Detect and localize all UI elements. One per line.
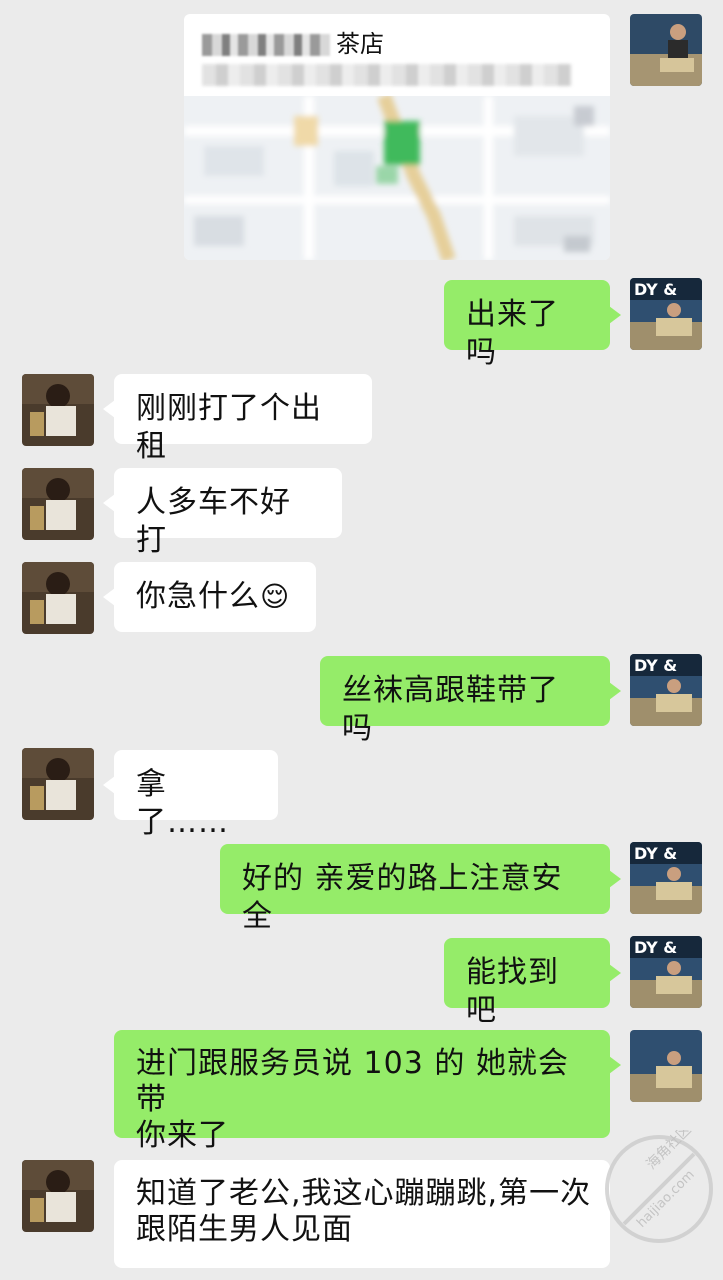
watermark-url: haijiao.com (634, 1167, 697, 1230)
watermark-logo: 海角社区 haijiao.com (600, 1130, 718, 1248)
avatar-receiver-1[interactable] (22, 374, 94, 446)
blurred-text (202, 34, 330, 56)
message-text-line: 进门跟服务员说 103 的 她就会带 (136, 1046, 569, 1117)
map-image (184, 96, 610, 260)
message-text: 拿了…… (136, 767, 229, 840)
avatar-sender-2[interactable]: DY & (630, 278, 702, 350)
message-text: 丝袜高跟鞋带了吗 (342, 673, 559, 746)
receiver-avatar-image (22, 374, 94, 446)
message-text: 人多车不好打 (136, 485, 291, 558)
message-text: 你急什么 (136, 579, 260, 614)
avatar-brand-text: DY & (634, 656, 677, 675)
location-title: 茶店 (202, 24, 384, 59)
message-bubble-received[interactable]: 人多车不好打 (103, 468, 342, 558)
location-map[interactable] (184, 96, 610, 260)
watermark-brand: 海角社区 (644, 1130, 695, 1173)
message-bubble-received[interactable]: 知道了老公,我这心蹦蹦跳,第一次 跟陌生男人见面 (114, 1160, 610, 1268)
receiver-avatar-image (22, 562, 94, 634)
message-text: 刚刚打了个出租 (136, 391, 322, 464)
avatar-sender-1[interactable] (630, 14, 702, 86)
avatar-sender-5[interactable]: DY & (630, 936, 702, 1008)
message-text-line: 你来了 (136, 1118, 229, 1153)
message-bubble-sent[interactable]: 进门跟服务员说 103 的 她就会带 你来了 (114, 1030, 621, 1153)
message-text: 出来了吗 (466, 297, 559, 370)
message-text-line: 跟陌生男人见面 (136, 1212, 353, 1247)
message-bubble-received[interactable]: 刚刚打了个出租 (103, 374, 372, 464)
sender-avatar-image (630, 1030, 702, 1102)
message-text: 能找到吧 (466, 955, 559, 1028)
location-message[interactable]: 茶店 (184, 14, 610, 260)
message-text: 好的 亲爱的路上注意安全 (242, 861, 563, 934)
sender-avatar-image: DY & (630, 278, 702, 350)
avatar-receiver-2[interactable] (22, 468, 94, 540)
avatar-receiver-3[interactable] (22, 562, 94, 634)
sender-avatar-image (630, 14, 702, 86)
avatar-receiver-4[interactable] (22, 748, 94, 820)
location-address-blurred (202, 64, 572, 86)
relieved-face-emoji-icon: 😌 (260, 580, 291, 613)
message-bubble-sent[interactable]: 能找到吧 (444, 938, 621, 1028)
message-bubble-sent[interactable]: 出来了吗 (444, 280, 621, 370)
sender-avatar-image: DY & (630, 654, 702, 726)
avatar-sender-3[interactable]: DY & (630, 654, 702, 726)
avatar-brand-text: DY & (634, 844, 677, 863)
receiver-avatar-image (22, 1160, 94, 1232)
avatar-sender-4[interactable]: DY & (630, 842, 702, 914)
avatar-brand-text: DY & (634, 938, 677, 957)
sender-avatar-image: DY & (630, 842, 702, 914)
avatar-receiver-5[interactable] (22, 1160, 94, 1232)
sender-avatar-image: DY & (630, 936, 702, 1008)
watermark-icon: 海角社区 haijiao.com (605, 1130, 713, 1243)
message-bubble-sent[interactable]: 丝袜高跟鞋带了吗 (320, 656, 621, 746)
avatar-brand-text: DY & (634, 280, 677, 299)
avatar-sender-6[interactable] (630, 1030, 702, 1102)
receiver-avatar-image (22, 468, 94, 540)
receiver-avatar-image (22, 748, 94, 820)
location-name: 茶店 (336, 30, 384, 58)
message-bubble-received[interactable]: 拿了…… (103, 750, 278, 840)
message-text-line: 知道了老公,我这心蹦蹦跳,第一次 (136, 1176, 592, 1211)
message-bubble-received[interactable]: 你急什么😌 (103, 562, 316, 632)
message-bubble-sent[interactable]: 好的 亲爱的路上注意安全 (220, 844, 621, 934)
chat-view: 茶店 DY & DY & DY & DY & 出来了吗 刚刚打了个出租 人多车不… (0, 0, 723, 1280)
